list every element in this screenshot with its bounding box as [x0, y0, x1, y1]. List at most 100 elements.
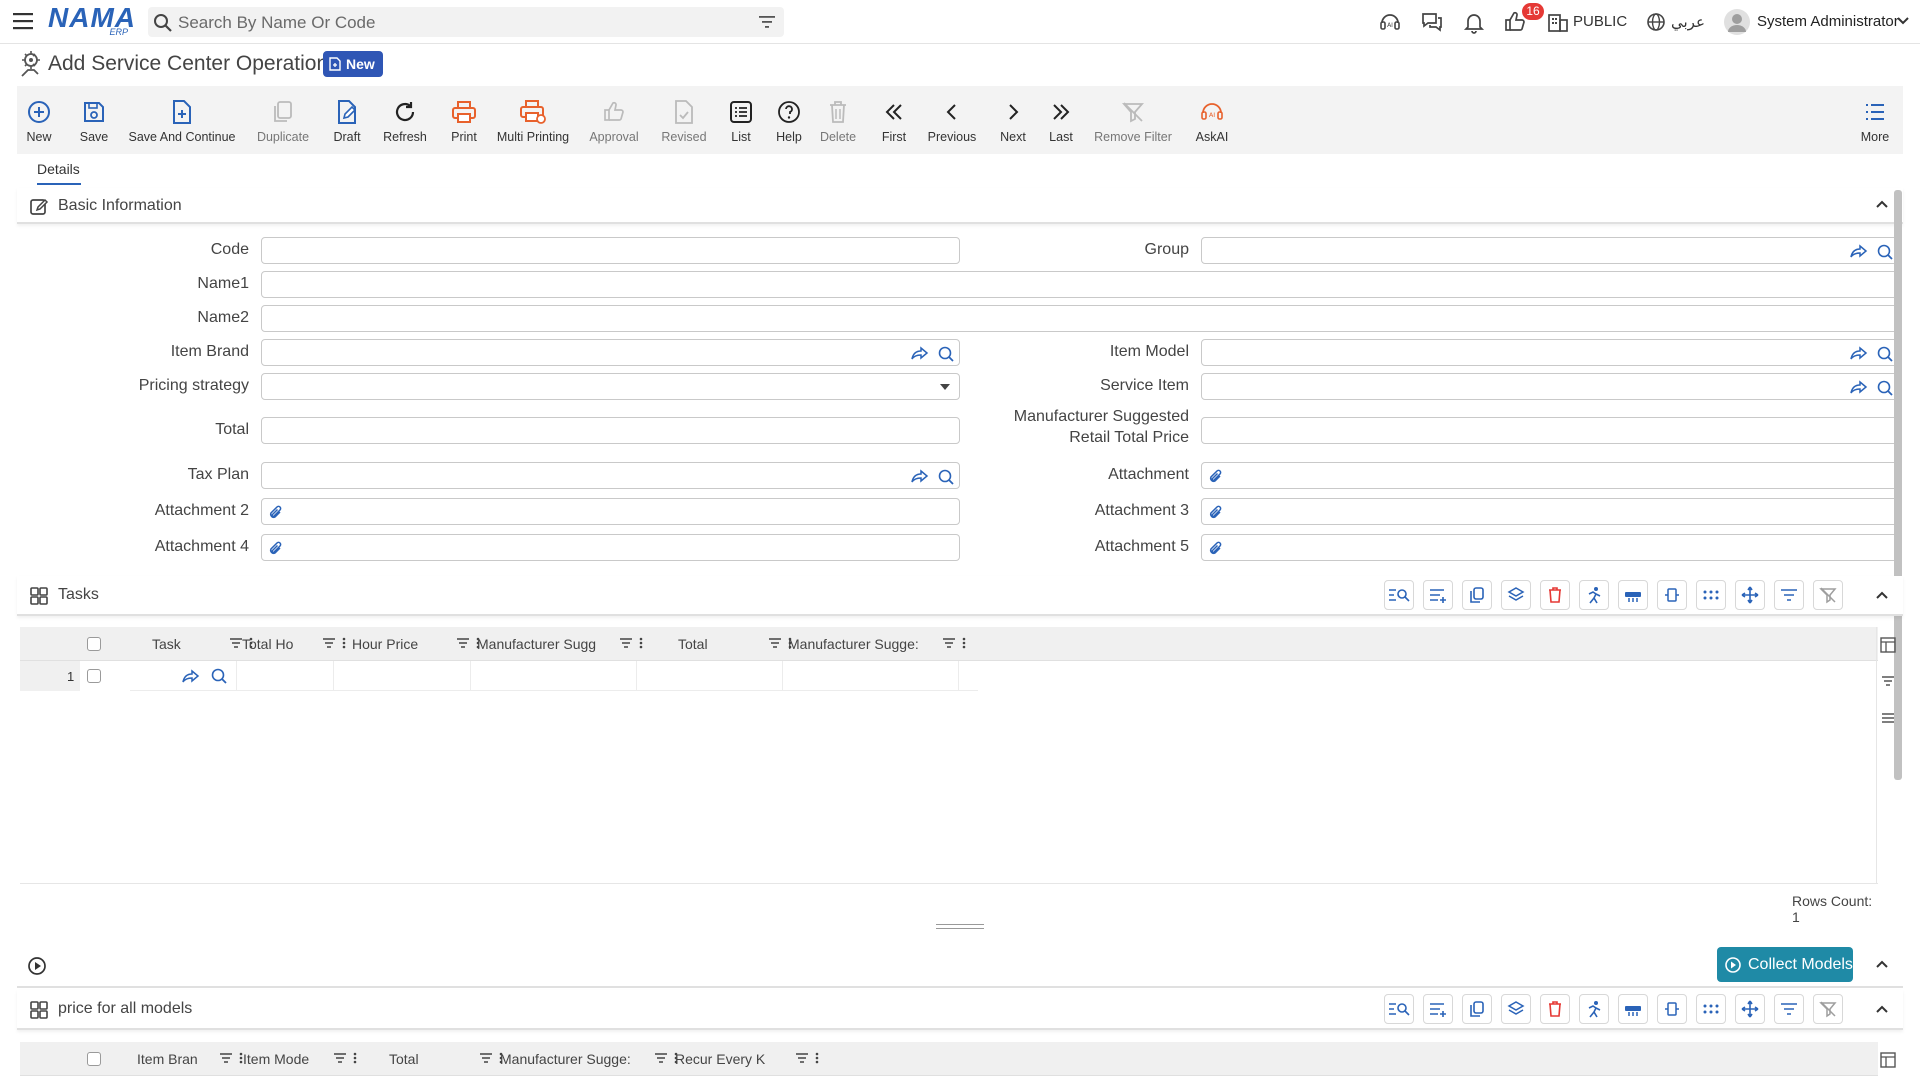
filter-icon[interactable]	[758, 14, 776, 30]
column-filter-icon[interactable]	[456, 637, 470, 649]
grid-remove-filter-icon[interactable]	[1813, 580, 1843, 610]
language-switch[interactable]: عربي	[1671, 13, 1705, 31]
group-input[interactable]	[1201, 237, 1899, 264]
grid-copy-icon[interactable]	[1462, 994, 1492, 1024]
share-icon[interactable]	[1850, 379, 1868, 395]
column-filter-icon[interactable]	[768, 637, 782, 649]
share-icon[interactable]	[182, 668, 200, 684]
column-filter-icon[interactable]	[229, 637, 243, 649]
avatar[interactable]	[1723, 8, 1751, 36]
grid-copy-icon[interactable]	[1462, 580, 1492, 610]
attachment-2-input[interactable]	[261, 498, 960, 525]
grid-insert-row-icon[interactable]	[1618, 580, 1648, 610]
density-icon[interactable]	[1881, 712, 1895, 724]
pricing-strategy-select[interactable]	[261, 373, 960, 400]
lookup-search-icon[interactable]	[1876, 345, 1894, 363]
item-model-input[interactable]	[1201, 339, 1899, 366]
refresh-button[interactable]: Refresh	[380, 86, 430, 154]
grid-dots-icon[interactable]	[1696, 994, 1726, 1024]
name1-input[interactable]	[261, 271, 1899, 298]
grid-expand-icon[interactable]	[1657, 994, 1687, 1024]
grid-layers-icon[interactable]	[1501, 994, 1531, 1024]
chevron-up-icon[interactable]	[1875, 1004, 1889, 1014]
collect-models-button[interactable]: Collect Models	[1717, 947, 1853, 982]
menu-icon[interactable]	[12, 11, 34, 31]
paperclip-icon[interactable]	[1208, 540, 1224, 558]
column-filter-icon[interactable]	[333, 1052, 347, 1064]
grid-move-icon[interactable]	[1735, 580, 1765, 610]
grid-add-row-icon[interactable]	[1423, 994, 1453, 1024]
filter-icon[interactable]	[1881, 675, 1895, 687]
column-chooser-icon[interactable]	[1880, 637, 1896, 653]
grid-delete-icon[interactable]	[1540, 580, 1570, 610]
attachment-input[interactable]	[1201, 462, 1899, 489]
tax-plan-input[interactable]	[261, 462, 960, 489]
lookup-search-icon[interactable]	[1876, 243, 1894, 261]
grid-search-icon[interactable]	[1384, 580, 1414, 610]
column-total-hours[interactable]: Total Ho	[242, 627, 350, 661]
first-button[interactable]: First	[879, 86, 909, 154]
column-hour-price[interactable]: Hour Price	[352, 627, 484, 661]
save-button[interactable]: Save	[77, 86, 111, 154]
grid-layers-icon[interactable]	[1501, 580, 1531, 610]
column-menu-icon[interactable]	[962, 637, 966, 649]
grid-move-icon[interactable]	[1735, 994, 1765, 1024]
share-icon[interactable]	[911, 468, 929, 484]
list-button[interactable]: List	[727, 86, 755, 154]
bell-icon[interactable]	[1462, 10, 1486, 34]
delete-button[interactable]: Delete	[820, 86, 856, 154]
attachment-4-input[interactable]	[261, 534, 960, 561]
askai-button[interactable]: AI AskAI	[1192, 86, 1232, 154]
lookup-search-icon[interactable]	[937, 468, 955, 486]
draft-button[interactable]: Draft	[329, 86, 365, 154]
chat-icon[interactable]	[1420, 10, 1444, 34]
column-total[interactable]: Total	[678, 627, 796, 661]
last-button[interactable]: Last	[1046, 86, 1076, 154]
column-filter-icon[interactable]	[219, 1052, 233, 1064]
grid-insert-row-icon[interactable]	[1618, 994, 1648, 1024]
previous-button[interactable]: Previous	[926, 86, 978, 154]
table-row[interactable]: 1	[20, 661, 978, 691]
grid-filter-icon[interactable]	[1774, 994, 1804, 1024]
name2-input[interactable]	[261, 305, 1899, 332]
grid-dots-icon[interactable]	[1696, 580, 1726, 610]
chevron-up-icon[interactable]	[1875, 199, 1889, 209]
column-filter-icon[interactable]	[619, 637, 633, 649]
column-manufacturer-suggested[interactable]: Manufacturer Sugg	[477, 627, 647, 661]
page-scrollbar[interactable]	[1894, 190, 1902, 780]
share-icon[interactable]	[911, 345, 929, 361]
column-manufacturer-suggested[interactable]: Manufacturer Sugge:	[500, 1042, 682, 1076]
revised-button[interactable]: Revised	[660, 86, 708, 154]
help-button[interactable]: Help	[773, 86, 805, 154]
grid-run-icon[interactable]	[1579, 580, 1609, 610]
grid-delete-icon[interactable]	[1540, 994, 1570, 1024]
grid-filter-icon[interactable]	[1774, 580, 1804, 610]
chevron-up-icon[interactable]	[1875, 959, 1889, 969]
chevron-down-icon[interactable]	[1896, 16, 1910, 26]
grid-search-icon[interactable]	[1384, 994, 1414, 1024]
column-item-brand[interactable]: Item Bran	[137, 1042, 247, 1076]
workspace-label[interactable]: PUBLIC	[1573, 13, 1627, 30]
duplicate-button[interactable]: Duplicate	[255, 86, 311, 154]
multi-printing-button[interactable]: Multi Printing	[495, 86, 571, 154]
code-input[interactable]	[261, 237, 960, 264]
column-filter-icon[interactable]	[479, 1052, 493, 1064]
column-recur-every[interactable]: Recur Every K	[675, 1042, 823, 1076]
grid-run-icon[interactable]	[1579, 994, 1609, 1024]
share-icon[interactable]	[1850, 345, 1868, 361]
column-menu-icon[interactable]	[342, 637, 346, 649]
paperclip-icon[interactable]	[268, 504, 284, 522]
item-brand-input[interactable]	[261, 339, 960, 366]
select-all-checkbox[interactable]	[87, 627, 101, 661]
lookup-search-icon[interactable]	[1876, 379, 1894, 397]
tab-details[interactable]: Details	[37, 161, 80, 177]
column-item-model[interactable]: Item Mode	[243, 1042, 361, 1076]
attachment-3-input[interactable]	[1201, 498, 1899, 525]
lookup-search-icon[interactable]	[937, 345, 955, 363]
column-filter-icon[interactable]	[942, 637, 956, 649]
row-checkbox[interactable]	[87, 669, 101, 683]
attachment-5-input[interactable]	[1201, 534, 1899, 561]
grid-add-row-icon[interactable]	[1423, 580, 1453, 610]
paperclip-icon[interactable]	[268, 540, 284, 558]
save-and-continue-button[interactable]: Save And Continue	[128, 86, 236, 154]
